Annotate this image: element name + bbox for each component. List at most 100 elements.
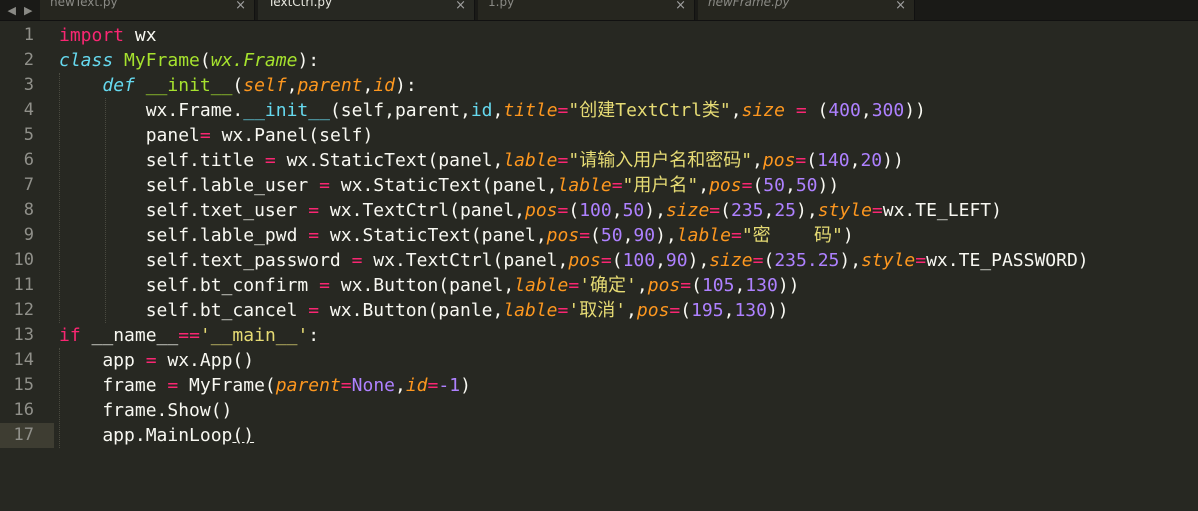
tab-label: TextCtrl.py [268, 0, 333, 9]
code-token: ), [644, 200, 666, 221]
code-token: pos [636, 300, 670, 321]
code-line[interactable]: 1 import wx [0, 23, 1198, 48]
code-token: , [734, 275, 746, 296]
code-token: 235 [730, 200, 764, 221]
code-token: , [655, 250, 666, 271]
code-token: ): [297, 50, 320, 71]
line-number: 3 [23, 75, 34, 95]
line-number: 12 [13, 300, 34, 320]
code-token: == [178, 325, 200, 346]
code-token: = [557, 150, 569, 171]
code-token: '__main__' [199, 325, 309, 346]
code-token: = [752, 250, 764, 271]
code-line[interactable]: 3 def __init__(self,parent,id): [0, 73, 1198, 98]
code-token: frame.Show() [59, 400, 233, 421]
close-icon[interactable]: × [235, 0, 246, 13]
code-token: pos [546, 225, 580, 246]
code-token: = [611, 175, 623, 196]
code-editor[interactable]: 1 import wx 2 class MyFrame(wx.Frame): 3 def… [0, 21, 1198, 511]
code-token: wx [124, 25, 157, 46]
code-line[interactable]: 13 if __name__=='__main__': [0, 323, 1198, 348]
indent-guide [105, 98, 107, 323]
code-line[interactable]: 7 self.lable_user = wx.StaticText(panel,… [0, 173, 1198, 198]
code-token: self.title [59, 150, 265, 171]
close-icon[interactable]: × [675, 0, 686, 13]
tab-newtext[interactable]: newText.py × [40, 0, 255, 20]
code-token: id [470, 100, 493, 121]
code-token: pos [762, 150, 796, 171]
code-token: ( [232, 75, 244, 96]
code-line[interactable]: 4 wx.Frame.__init__(self,parent,id,title… [0, 98, 1198, 123]
code-line[interactable]: 12 self.bt_cancel = wx.Button(panle,labl… [0, 298, 1198, 323]
code-token: wx.TE_LEFT) [882, 200, 1002, 221]
code-line[interactable]: 10 self.text_password = wx.TextCtrl(pane… [0, 248, 1198, 273]
code-token: panel [59, 125, 200, 146]
code-token: wx.TextCtrl(panel, [362, 250, 569, 271]
code-token: ), [839, 250, 862, 271]
code-token: wx.Frame. [59, 100, 244, 121]
code-token: ( [806, 150, 818, 171]
code-token: () [232, 425, 255, 446]
tab-prev-icon[interactable]: ◀ [8, 4, 16, 17]
line-number: 7 [23, 175, 34, 195]
code-token: 50 [622, 200, 645, 221]
code-line[interactable]: 16 frame.Show() [0, 398, 1198, 423]
code-token: 140 [817, 150, 850, 171]
code-token: = [795, 100, 807, 121]
code-token: = [600, 250, 612, 271]
code-token: 25 [774, 200, 797, 221]
code-token: , [752, 150, 763, 171]
code-token: , [763, 200, 775, 221]
code-token: parent [275, 375, 341, 396]
code-text: self.bt_confirm = wx.Button(panel,lable=… [59, 273, 800, 298]
tab-bar: ◀ ▶ newText.py × TextCtrl.py × 1.py × ne… [0, 0, 1198, 21]
code-token: ( [199, 50, 211, 71]
line-number: 10 [13, 250, 34, 270]
close-icon[interactable]: × [895, 0, 906, 13]
code-line[interactable]: 11 self.bt_confirm = wx.Button(panel,lab… [0, 273, 1198, 298]
code-token: = [557, 100, 569, 121]
code-line[interactable]: 5 panel= wx.Panel(self) [0, 123, 1198, 148]
code-line[interactable]: 17 app.MainLoop() [0, 423, 1198, 448]
code-token: = [557, 300, 569, 321]
code-token: , [860, 100, 872, 121]
line-number: 17 [13, 425, 34, 445]
code-token: = [730, 225, 742, 246]
code-line[interactable]: 2 class MyFrame(wx.Frame): [0, 48, 1198, 73]
code-line[interactable]: 15 frame = MyFrame(parent=None,id=-1) [0, 373, 1198, 398]
code-text: app.MainLoop() [59, 423, 254, 448]
code-token: title [503, 100, 558, 121]
code-token: = [680, 275, 692, 296]
code-token: = [167, 375, 179, 396]
code-token: 400 [828, 100, 861, 121]
code-token: ): [395, 75, 417, 96]
close-icon[interactable]: × [455, 0, 466, 13]
code-token: : [308, 325, 320, 346]
code-token: size [709, 250, 753, 271]
code-token: self.text_password [59, 250, 352, 271]
tab-1py[interactable]: 1.py × [478, 0, 695, 20]
code-text: self.title = wx.StaticText(panel,lable="… [59, 148, 904, 173]
code-token: = [579, 225, 591, 246]
code-text: import wx [59, 23, 157, 48]
indent-guide [59, 348, 60, 448]
tab-newframe[interactable]: newFrame.py × [698, 0, 915, 20]
tab-textctrl[interactable]: TextCtrl.py × [258, 0, 475, 20]
code-token: )) [817, 175, 840, 196]
code-token: , [611, 200, 623, 221]
code-token: lable [503, 300, 558, 321]
code-token: )) [766, 300, 789, 321]
code-token: app [59, 350, 146, 371]
tab-next-icon[interactable]: ▶ [24, 4, 32, 17]
code-token: = [308, 200, 320, 221]
code-token: = [308, 300, 320, 321]
code-token: = [709, 200, 721, 221]
line-number: 8 [23, 200, 34, 220]
code-line[interactable]: 6 self.title = wx.StaticText(panel,lable… [0, 148, 1198, 173]
code-token: id [405, 375, 428, 396]
code-token: )) [777, 275, 800, 296]
code-line[interactable]: 9 self.lable_pwd = wx.StaticText(panel,p… [0, 223, 1198, 248]
code-token: = [199, 125, 211, 146]
code-line[interactable]: 8 self.txet_user = wx.TextCtrl(panel,pos… [0, 198, 1198, 223]
code-line[interactable]: 14 app = wx.App() [0, 348, 1198, 373]
